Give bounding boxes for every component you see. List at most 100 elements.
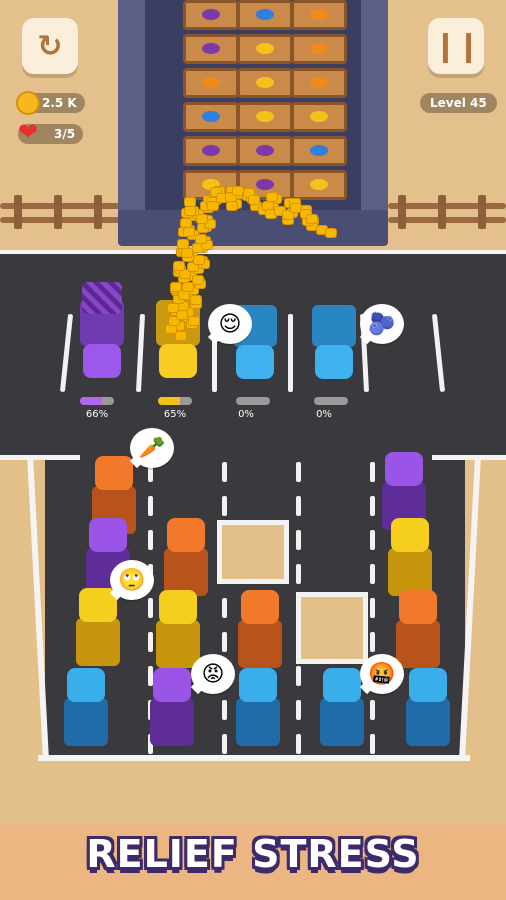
truck-cab xyxy=(391,518,429,552)
pause-button[interactable]: ❙❙ xyxy=(428,18,484,74)
queued-truck-orange[interactable] xyxy=(238,590,282,672)
sand-bottom xyxy=(0,760,506,825)
truck-cab xyxy=(159,590,197,624)
pause-icon: ❙❙ xyxy=(432,28,481,64)
truck-cab xyxy=(167,518,205,552)
truck-bed xyxy=(156,620,200,668)
lane-dash xyxy=(296,462,301,482)
lane-dash xyxy=(370,700,375,720)
truck-bed xyxy=(238,620,282,668)
truck-bed xyxy=(76,618,120,666)
truck-bed xyxy=(388,548,432,596)
truck-cab xyxy=(323,668,361,702)
empty-slot xyxy=(296,592,368,664)
gold-coin xyxy=(173,260,186,271)
truck-cab xyxy=(89,518,127,552)
lane-dash xyxy=(296,564,301,584)
lane-dash xyxy=(148,632,153,652)
lane-dash xyxy=(222,700,227,720)
fence-left xyxy=(0,195,120,235)
truck-cab xyxy=(239,668,277,702)
queue-border-bottom xyxy=(38,755,470,761)
queued-truck-blue[interactable] xyxy=(320,668,364,750)
truck-cab xyxy=(67,668,105,702)
queued-truck-purple[interactable] xyxy=(150,668,194,750)
gold-coin xyxy=(167,303,180,314)
queued-truck-orange[interactable] xyxy=(396,590,440,672)
gold-coin xyxy=(187,315,200,326)
queued-truck-yellow[interactable] xyxy=(156,590,200,672)
fence-right xyxy=(388,195,506,235)
coin-count: 2.5 K xyxy=(42,96,77,110)
gold-coin xyxy=(182,226,195,237)
gold-coin xyxy=(305,213,318,224)
lane-dash xyxy=(296,734,301,754)
truck-progress-bar xyxy=(158,397,192,405)
queued-truck-blue[interactable] xyxy=(406,668,450,750)
gold-coin xyxy=(247,195,260,206)
lane-dash xyxy=(148,598,153,618)
coin-icon xyxy=(16,91,40,115)
lane-dash xyxy=(370,734,375,754)
lane-dash xyxy=(296,666,301,686)
eyeroll-emoji-bubble: 🙄 xyxy=(110,560,154,600)
gold-coin xyxy=(175,331,187,341)
lane-dash xyxy=(222,632,227,652)
truck-progress-label: 65% xyxy=(163,409,187,420)
truck-bed xyxy=(150,698,194,746)
swearing-emoji-bubble: 🤬 xyxy=(360,654,404,694)
heart-icon: ❤ xyxy=(18,118,39,146)
lane-dash xyxy=(296,496,301,516)
smile-emoji-bubble: 😌 xyxy=(208,304,252,344)
truck-bed xyxy=(320,698,364,746)
truck-progress-label: 0% xyxy=(238,409,254,420)
queued-truck-yellow[interactable] xyxy=(388,518,432,600)
level-indicator: Level 45 xyxy=(420,93,497,113)
banner-title: RELIEF STRESS xyxy=(86,832,420,876)
gold-coin xyxy=(189,295,202,306)
gold-coin xyxy=(170,282,183,293)
gold-coin xyxy=(176,239,189,250)
gold-coin xyxy=(225,200,238,211)
lane-dash xyxy=(370,564,375,584)
eggplant-load xyxy=(82,282,122,314)
lane-dash xyxy=(370,496,375,516)
lane-dash xyxy=(370,632,375,652)
queued-truck-orange[interactable] xyxy=(164,518,208,600)
truck-bed xyxy=(396,620,440,668)
lane-dash xyxy=(222,734,227,754)
truck-progress-label: 0% xyxy=(316,409,332,420)
truck-cab xyxy=(385,452,423,486)
lane-dash xyxy=(148,530,153,550)
gold-coin xyxy=(180,247,193,258)
truck-progress-bar xyxy=(236,397,270,405)
gold-coin xyxy=(184,205,197,216)
blueberry-request-bubble: 🫐 xyxy=(360,304,404,344)
carrot-request-bubble: 🥕 xyxy=(130,428,174,468)
gold-coin xyxy=(193,254,206,265)
truck-cab xyxy=(95,456,133,490)
lane-dash xyxy=(296,530,301,550)
angry-emoji-bubble: 😡 xyxy=(191,654,235,694)
restart-icon: ↻ xyxy=(37,28,63,64)
truck-bed xyxy=(236,698,280,746)
queued-truck-blue[interactable] xyxy=(236,668,280,750)
truck-progress-bar xyxy=(314,397,348,405)
queue-border-top-left xyxy=(0,455,80,460)
gold-coin xyxy=(191,275,204,286)
queued-truck-yellow[interactable] xyxy=(76,588,120,670)
truck-cab xyxy=(153,668,191,702)
lives-count: 3/5 xyxy=(54,127,76,141)
truck-cab xyxy=(241,590,279,624)
restart-button[interactable]: ↻ xyxy=(22,18,78,74)
gold-coin xyxy=(194,234,207,245)
queued-truck-blue[interactable] xyxy=(64,668,108,750)
lane-dash xyxy=(370,462,375,482)
truck-bed xyxy=(64,698,108,746)
lane-dash xyxy=(222,462,227,482)
queue-border-top-right xyxy=(432,455,506,460)
lane-dash xyxy=(296,700,301,720)
empty-slot xyxy=(217,520,289,584)
gold-coin xyxy=(324,228,337,239)
lane-dash xyxy=(222,496,227,516)
